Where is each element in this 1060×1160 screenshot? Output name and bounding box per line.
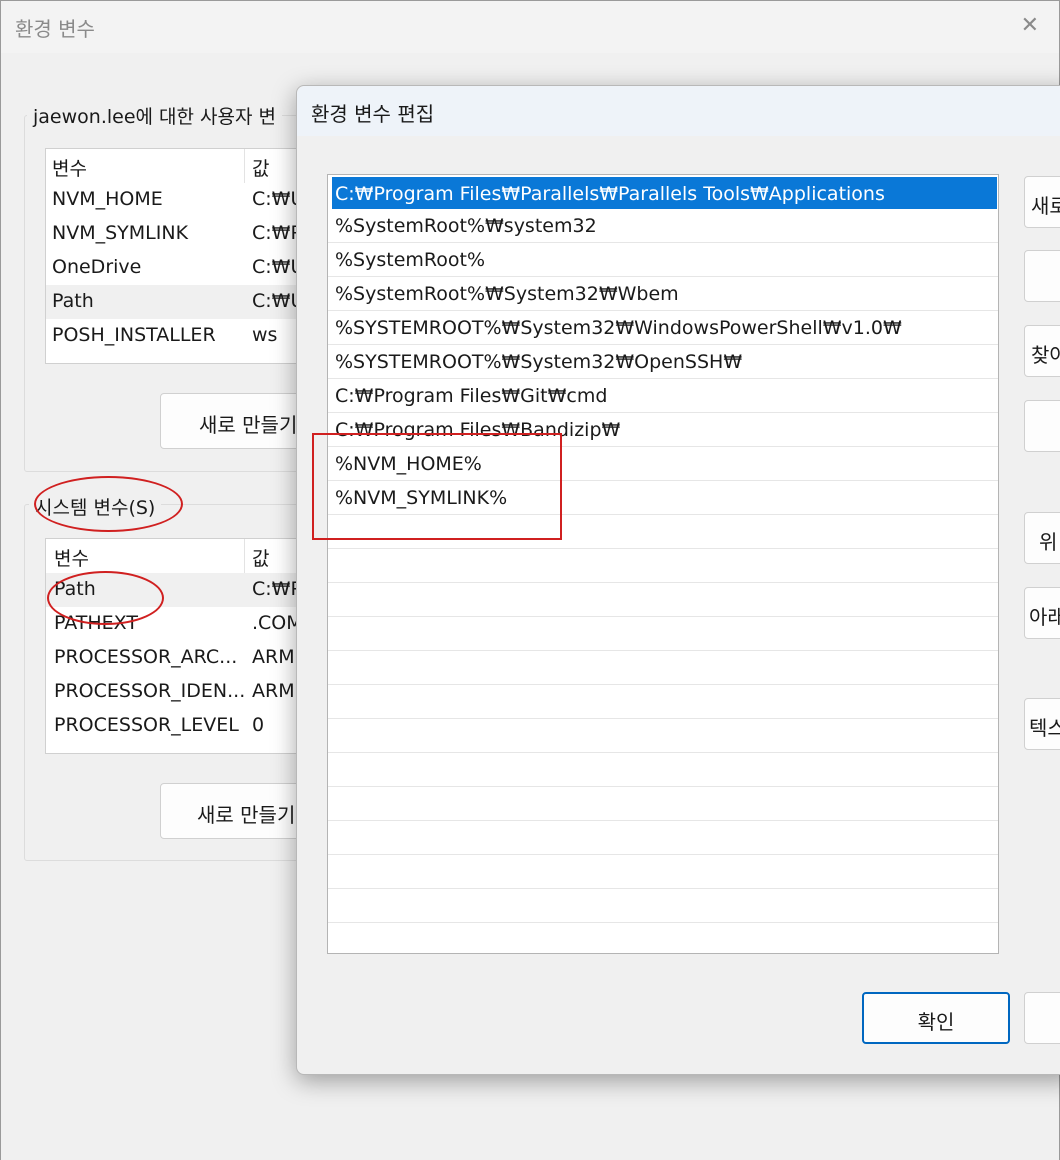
path-item-empty[interactable] (328, 821, 998, 855)
edit-path-button[interactable] (1024, 250, 1060, 302)
path-item-empty[interactable] (328, 549, 998, 583)
variable-value: C:₩P (252, 222, 302, 244)
variable-value: ARM (252, 646, 295, 668)
path-item[interactable]: %SystemRoot%₩System32₩Wbem (328, 277, 998, 311)
system-variables-label: 시스템 변수(S) (29, 493, 162, 520)
path-item-empty[interactable] (328, 719, 998, 753)
edit-environment-variable-dialog: 환경 변수 편집 C:₩Program Files₩Parallels₩Para… (296, 85, 1060, 1075)
variable-name: PROCESSOR_LEVEL (54, 714, 239, 736)
variable-name: OneDrive (52, 256, 142, 278)
path-item-empty[interactable] (328, 923, 998, 953)
variable-value: ARM (252, 680, 295, 702)
path-item-empty[interactable] (328, 651, 998, 685)
path-item-empty[interactable] (328, 787, 998, 821)
dialog-title: 환경 변수 편집 (311, 102, 435, 126)
path-item[interactable]: %NVM_SYMLINK% (328, 481, 998, 515)
move-down-button[interactable]: 아래 (1024, 587, 1060, 639)
variable-value: ws (252, 324, 278, 346)
new-path-button[interactable]: 새로 (1024, 176, 1060, 228)
path-item-empty[interactable] (328, 753, 998, 787)
window-titlebar: 환경 변수 ✕ (1, 1, 1059, 53)
ok-button[interactable]: 확인 (862, 992, 1010, 1044)
path-item-selected[interactable]: C:₩Program Files₩Parallels₩Parallels Too… (332, 177, 997, 209)
edit-text-button[interactable]: 텍스 (1024, 698, 1060, 750)
column-header-variable[interactable]: 변수 (52, 154, 242, 181)
user-variables-label: jaewon.lee에 대한 사용자 변 (27, 102, 282, 129)
path-item[interactable]: C:₩Program Files₩Git₩cmd (328, 379, 998, 413)
variable-value: 0 (252, 714, 265, 736)
variable-name: Path (54, 578, 96, 600)
variable-name: POSH_INSTALLER (52, 324, 216, 346)
path-item[interactable]: C:₩Program Files₩Bandizip₩ (328, 413, 998, 447)
path-item-empty[interactable] (328, 889, 998, 923)
variable-name: Path (52, 290, 94, 312)
move-up-button[interactable]: 위 (1024, 512, 1060, 564)
variable-name: PATHEXT (54, 612, 138, 634)
path-item-empty[interactable] (328, 617, 998, 651)
path-item[interactable]: %SYSTEMROOT%₩System32₩WindowsPowerShell₩… (328, 311, 998, 345)
dialog-titlebar: 환경 변수 편집 (297, 86, 1060, 136)
path-item-empty[interactable] (328, 515, 998, 549)
column-divider[interactable] (244, 539, 245, 573)
path-item[interactable]: %SYSTEMROOT%₩System32₩OpenSSH₩ (328, 345, 998, 379)
variable-name: NVM_HOME (52, 188, 163, 210)
path-item-empty[interactable] (328, 583, 998, 617)
column-header-value[interactable]: 값 (252, 544, 269, 571)
variable-value: C:₩P (252, 578, 302, 600)
path-list[interactable]: C:₩Program Files₩Parallels₩Parallels Too… (327, 174, 999, 954)
variable-name: PROCESSOR_IDEN... (54, 680, 244, 702)
column-divider[interactable] (244, 149, 245, 183)
window-title: 환경 변수 (15, 17, 95, 41)
delete-button[interactable] (1024, 400, 1060, 452)
cancel-button[interactable] (1024, 992, 1060, 1044)
path-item[interactable]: %SystemRoot%₩system32 (328, 209, 998, 243)
path-item-empty[interactable] (328, 855, 998, 889)
close-icon[interactable]: ✕ (1021, 13, 1039, 38)
path-item[interactable]: %SystemRoot% (328, 243, 998, 277)
variable-name: PROCESSOR_ARC... (54, 646, 238, 668)
browse-button[interactable]: 찾아 (1024, 325, 1060, 377)
column-header-value[interactable]: 값 (252, 154, 269, 181)
variable-name: NVM_SYMLINK (52, 222, 189, 244)
path-item-empty[interactable] (328, 685, 998, 719)
column-header-variable[interactable]: 변수 (54, 544, 244, 571)
path-item[interactable]: %NVM_HOME% (328, 447, 998, 481)
